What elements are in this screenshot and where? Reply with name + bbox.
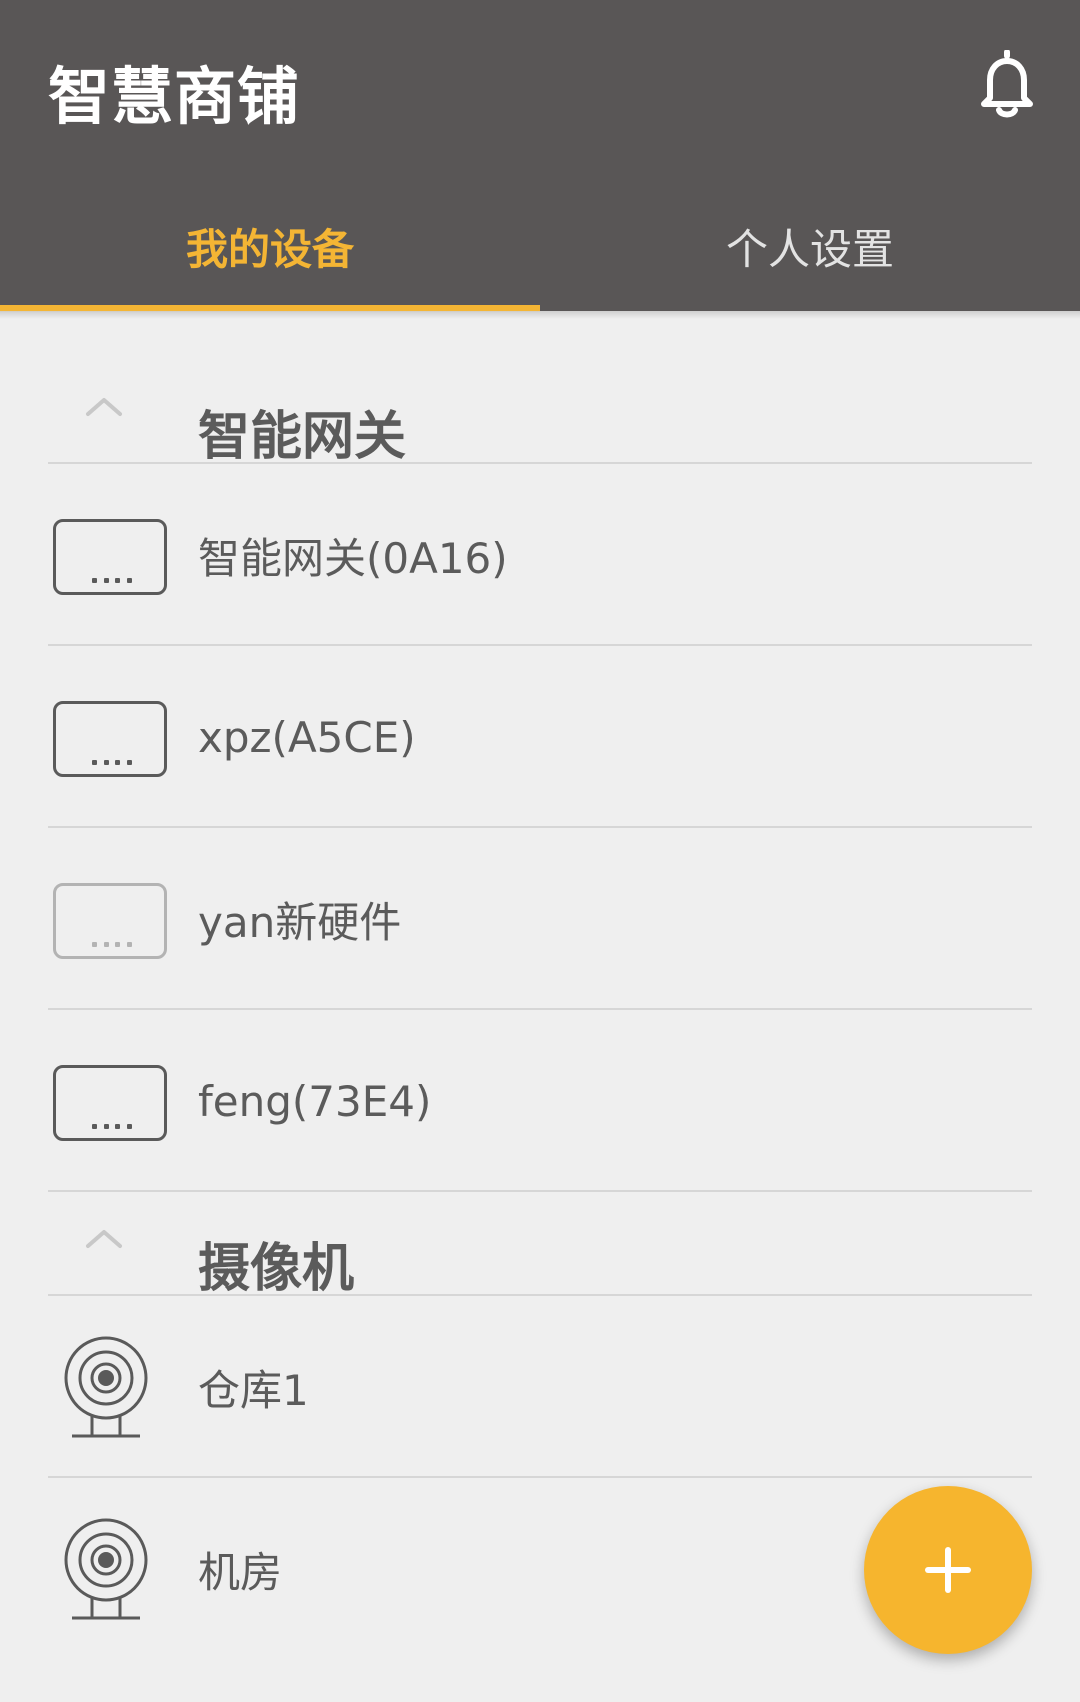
list-item[interactable]: 仓库1 <box>48 1296 1032 1478</box>
list-item[interactable]: yan新硬件 <box>48 828 1032 1010</box>
list-item[interactable]: feng(73E4) <box>48 1010 1032 1192</box>
section-header-gateway[interactable]: 智能网关 <box>48 384 1032 467</box>
app-screen: 智慧商铺 我的设备 个人设置 智能网关 智能网关(0A16) xpz(A5CE)… <box>0 0 1080 1702</box>
gateway-icon <box>53 1065 167 1141</box>
plus-icon <box>925 1547 971 1593</box>
app-bar-shadow <box>0 311 1080 319</box>
camera-name: 仓库1 <box>198 1365 309 1415</box>
list-item[interactable]: xpz(A5CE) <box>48 646 1032 828</box>
section-header-camera[interactable]: 摄像机 <box>48 1216 1032 1299</box>
list-item[interactable]: 智能网关(0A16) <box>48 464 1032 646</box>
device-name: yan新硬件 <box>198 897 402 947</box>
bell-icon[interactable] <box>978 49 1036 120</box>
app-title: 智慧商铺 <box>48 60 301 133</box>
app-bar: 智慧商铺 我的设备 个人设置 <box>0 0 1080 311</box>
tab-personal-settings[interactable]: 个人设置 <box>540 190 1080 311</box>
camera-icon <box>64 1336 148 1438</box>
chevron-up-icon <box>86 1230 122 1248</box>
gateway-icon <box>53 519 167 595</box>
tab-my-devices[interactable]: 我的设备 <box>0 190 540 311</box>
gateway-icon <box>53 701 167 777</box>
add-device-button[interactable] <box>864 1486 1032 1654</box>
camera-icon <box>64 1518 148 1620</box>
device-name: feng(73E4) <box>198 1076 432 1126</box>
camera-name: 机房 <box>198 1547 283 1597</box>
tab-bar: 我的设备 个人设置 <box>0 190 1080 311</box>
section-title: 摄像机 <box>198 1239 355 1299</box>
gateway-offline-icon <box>53 883 167 959</box>
tab-personal-settings-label: 个人设置 <box>725 225 894 274</box>
chevron-up-icon <box>86 398 122 416</box>
device-name: xpz(A5CE) <box>198 712 416 762</box>
device-name: 智能网关(0A16) <box>198 533 508 583</box>
section-title: 智能网关 <box>198 407 407 467</box>
tab-my-devices-label: 我的设备 <box>185 225 354 274</box>
